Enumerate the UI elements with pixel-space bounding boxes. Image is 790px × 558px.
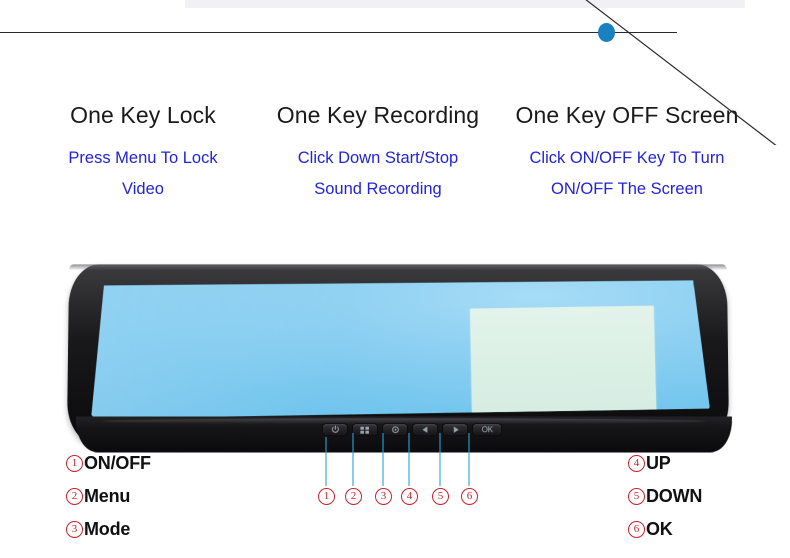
mode-gear-icon <box>390 425 399 434</box>
legend-item-on-off: 1 ON/OFF <box>66 447 151 480</box>
legend-number: 2 <box>66 488 83 505</box>
legend-number: 4 <box>628 455 645 472</box>
feature-description: Click ON/OFF Key To Turn ON/OFF The Scre… <box>502 143 752 205</box>
legend-label: Mode <box>84 519 131 539</box>
feature-description-line2: ON/OFF The Screen <box>551 180 703 198</box>
legend-number: 3 <box>66 521 83 538</box>
feature-title: One Key OFF Screen <box>515 102 739 128</box>
callout-number-5: 5 <box>432 488 449 505</box>
up-button[interactable] <box>412 423 439 437</box>
feature-title: One Key Lock <box>70 102 216 128</box>
legend-number: 5 <box>628 488 645 505</box>
down-button[interactable] <box>442 423 469 437</box>
feature-one-key-off-screen: One Key OFF Screen Click ON/OFF Key To T… <box>502 100 752 205</box>
page-root: One Key Lock Press Menu To Lock Video On… <box>0 0 790 558</box>
callout-number-1: 1 <box>318 488 335 505</box>
callout-number-6: 6 <box>461 488 478 505</box>
feature-description: Click Down Start/Stop Sound Recording <box>262 143 494 205</box>
feature-description-line1: Click Down Start/Stop <box>297 149 459 167</box>
legend-item-up: 4 UP <box>628 447 702 480</box>
mirror-frame: OK <box>66 264 735 453</box>
feature-description: Press Menu To Lock Video <box>18 143 268 205</box>
arrow-left-icon <box>421 425 430 434</box>
legend-label: ON/OFF <box>84 453 151 473</box>
feature-one-key-recording: One Key Recording Click Down Start/Stop … <box>262 100 494 205</box>
feature-description-line1: Click ON/OFF Key To Turn <box>529 149 725 167</box>
legend-label: DOWN <box>646 486 703 506</box>
rearview-mirror-device: OK <box>62 258 735 453</box>
legend-number: 6 <box>628 521 645 538</box>
feature-description-line2: Sound Recording <box>314 180 442 198</box>
menu-grid-icon <box>359 425 370 434</box>
feature-columns: One Key Lock Press Menu To Lock Video On… <box>0 100 790 205</box>
mode-button[interactable] <box>381 423 409 437</box>
accent-dot <box>598 23 615 42</box>
callout-number-2: 2 <box>345 488 362 505</box>
feature-description-line2: Video <box>122 180 164 198</box>
legend-item-mode: 3 Mode <box>66 513 151 546</box>
glass-reflection <box>82 278 471 423</box>
ok-button[interactable]: OK <box>472 423 503 437</box>
callout-number-4: 4 <box>401 488 418 505</box>
power-button[interactable] <box>321 423 348 437</box>
legend-label: OK <box>646 519 673 539</box>
legend-item-down: 5 DOWN <box>628 480 702 513</box>
feature-one-key-lock: One Key Lock Press Menu To Lock Video <box>18 100 268 205</box>
feature-title: One Key Recording <box>276 102 480 128</box>
legend-item-ok: 6 OK <box>628 513 702 546</box>
arrow-right-icon <box>451 425 460 434</box>
legend-label: UP <box>646 453 671 473</box>
ok-text-icon: OK <box>481 425 493 435</box>
legend-item-menu: 2 Menu <box>66 480 151 513</box>
legend-number: 1 <box>66 455 83 472</box>
power-icon <box>330 425 339 434</box>
legend-label: Menu <box>84 486 131 506</box>
button-strip: OK <box>321 422 503 437</box>
mirror-glass <box>82 278 714 423</box>
callout-number-3: 3 <box>375 488 392 505</box>
lcd-display-screen[interactable] <box>470 306 656 419</box>
button-legend-left: 1 ON/OFF 2 Menu 3 Mode <box>66 447 151 546</box>
feature-description-line1: Press Menu To Lock <box>68 149 218 167</box>
menu-button[interactable] <box>351 423 378 437</box>
button-legend-right: 4 UP 5 DOWN 6 OK <box>628 447 702 546</box>
